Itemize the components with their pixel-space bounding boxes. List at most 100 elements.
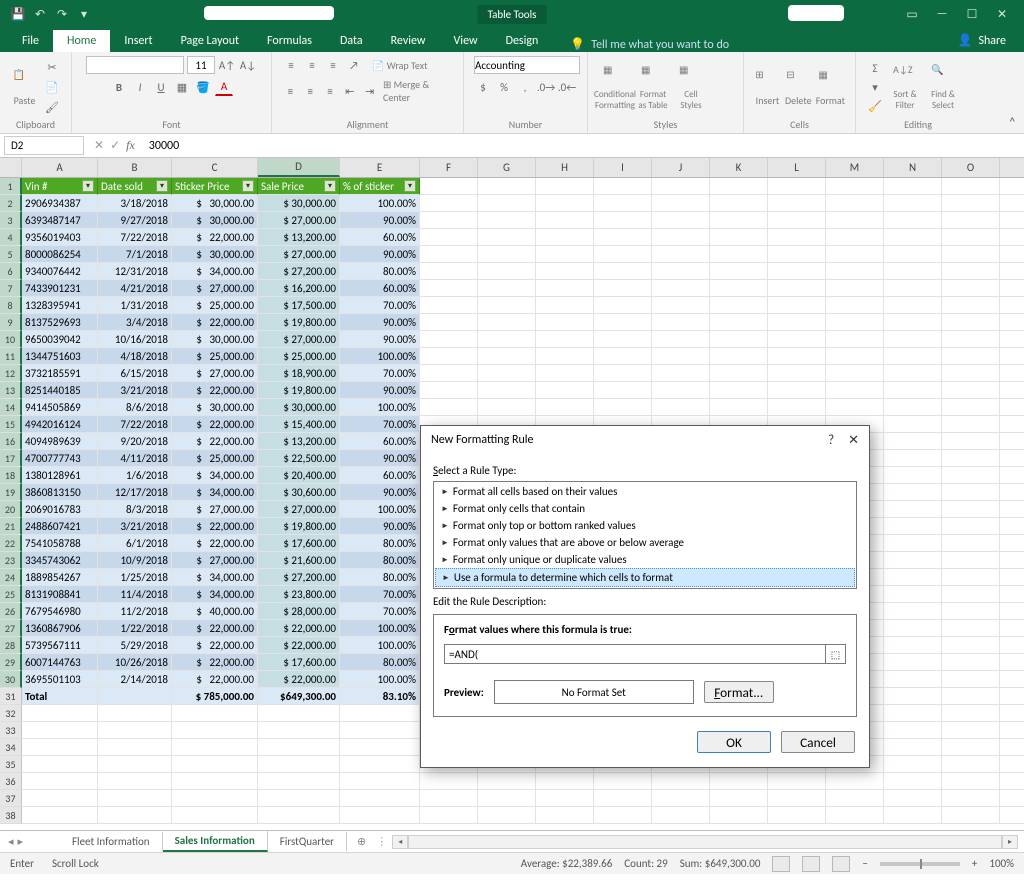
- tab-review[interactable]: Review: [377, 30, 440, 52]
- cell[interactable]: 9/27/2018: [98, 212, 172, 229]
- cell[interactable]: 3/21/2018: [98, 382, 172, 399]
- cell[interactable]: $ 30,000.00: [172, 399, 258, 416]
- align-right-icon[interactable]: ≡: [322, 82, 339, 100]
- cell[interactable]: $ 27,000.00: [172, 501, 258, 518]
- cell[interactable]: 4/18/2018: [98, 348, 172, 365]
- cell[interactable]: $ 13,200.00: [258, 433, 340, 450]
- percent-format-icon[interactable]: %: [495, 78, 513, 96]
- cell[interactable]: 100.00%: [340, 671, 420, 688]
- font-color-icon[interactable]: A: [215, 78, 233, 96]
- cell[interactable]: $ 22,000.00: [172, 314, 258, 331]
- paste-button[interactable]: 📋Paste: [10, 63, 39, 111]
- cell[interactable]: $ 25,000.00: [258, 348, 340, 365]
- cell[interactable]: 7679546980: [22, 603, 98, 620]
- format-as-table-button[interactable]: ▦Format as Table: [636, 63, 670, 111]
- cell[interactable]: 8000086254: [22, 246, 98, 263]
- cell[interactable]: $ 30,000.00: [172, 331, 258, 348]
- hscroll-left-icon[interactable]: ◂: [392, 835, 408, 849]
- help-icon[interactable]: ?: [828, 433, 834, 448]
- cell[interactable]: 60.00%: [340, 467, 420, 484]
- cell[interactable]: 100.00%: [340, 637, 420, 654]
- cell[interactable]: 80.00%: [340, 552, 420, 569]
- cell[interactable]: 10/26/2018: [98, 654, 172, 671]
- sheet-tab-firstquarter[interactable]: FirstQuarter: [268, 832, 347, 851]
- fill-color-icon[interactable]: 🪣: [194, 78, 212, 96]
- zoom-level[interactable]: 100%: [989, 857, 1014, 870]
- tab-file[interactable]: File: [8, 30, 53, 52]
- tab-formulas[interactable]: Formulas: [253, 30, 326, 52]
- cell[interactable]: 3860813150: [22, 484, 98, 501]
- cell[interactable]: 70.00%: [340, 586, 420, 603]
- cell[interactable]: $ 22,000.00: [172, 671, 258, 688]
- cell[interactable]: 2906934387: [22, 195, 98, 212]
- cell[interactable]: $ 22,000.00: [172, 518, 258, 535]
- sheet-nav-prev-icon[interactable]: ◂: [8, 835, 14, 848]
- rule-opt-3[interactable]: Format only values that are above or bel…: [435, 534, 855, 551]
- filter-dropdown-icon[interactable]: ▾: [242, 180, 254, 192]
- cell[interactable]: $ 30,000.00: [172, 195, 258, 212]
- cell[interactable]: 90.00%: [340, 331, 420, 348]
- cell[interactable]: 5/29/2018: [98, 637, 172, 654]
- sheet-tab-fleet[interactable]: Fleet Information: [60, 832, 163, 851]
- cell[interactable]: $ 22,000.00: [258, 671, 340, 688]
- cell[interactable]: 90.00%: [340, 518, 420, 535]
- column-headers[interactable]: A B C D E F G H I J K L M N O P ▴: [0, 158, 1024, 178]
- cell[interactable]: 9650039042: [22, 331, 98, 348]
- borders-icon[interactable]: ▦: [173, 78, 191, 96]
- enter-formula-icon[interactable]: ✓: [110, 138, 120, 153]
- sheet-nav-next-icon[interactable]: ▸: [18, 835, 24, 848]
- bold-button[interactable]: B: [110, 78, 128, 96]
- filter-dropdown-icon[interactable]: ▾: [82, 180, 94, 192]
- cell[interactable]: $ 34,000.00: [172, 467, 258, 484]
- maximize-icon[interactable]: ☐: [958, 4, 986, 24]
- wrap-text-button[interactable]: 📄 Wrap Text: [372, 59, 427, 72]
- cell[interactable]: 6/15/2018: [98, 365, 172, 382]
- orientation-icon[interactable]: ↗: [345, 56, 363, 74]
- ribbon-display-icon[interactable]: ▭: [898, 4, 926, 24]
- align-bottom-icon[interactable]: ≡: [324, 56, 342, 74]
- cell[interactable]: 90.00%: [340, 484, 420, 501]
- tell-me-search[interactable]: 💡 Tell me what you want to do: [570, 37, 729, 52]
- cell[interactable]: 100.00%: [340, 195, 420, 212]
- cell[interactable]: 3732185591: [22, 365, 98, 382]
- align-top-icon[interactable]: ≡: [282, 56, 300, 74]
- cell[interactable]: $ 25,000.00: [172, 348, 258, 365]
- cell[interactable]: 8/6/2018: [98, 399, 172, 416]
- cell[interactable]: 8/3/2018: [98, 501, 172, 518]
- rule-opt-0[interactable]: Format all cells based on their values: [435, 483, 855, 500]
- cell[interactable]: $ 34,000.00: [172, 569, 258, 586]
- page-layout-view-icon[interactable]: [802, 856, 820, 872]
- new-sheet-icon[interactable]: ⊕: [347, 835, 376, 848]
- tab-page-layout[interactable]: Page Layout: [167, 30, 253, 52]
- cell[interactable]: 70.00%: [340, 365, 420, 382]
- cell[interactable]: $ 30,600.00: [258, 484, 340, 501]
- cell[interactable]: $ 15,400.00: [258, 416, 340, 433]
- cell[interactable]: 11/2/2018: [98, 603, 172, 620]
- grow-font-icon[interactable]: A↑: [218, 56, 236, 74]
- cell[interactable]: 2069016783: [22, 501, 98, 518]
- cell[interactable]: $ 19,800.00: [258, 518, 340, 535]
- cell[interactable]: 90.00%: [340, 450, 420, 467]
- dialog-close-icon[interactable]: ✕: [848, 433, 859, 448]
- cell[interactable]: $ 22,000.00: [172, 416, 258, 433]
- cell[interactable]: 1328395941: [22, 297, 98, 314]
- cell[interactable]: $ 28,000.00: [258, 603, 340, 620]
- zoom-out-icon[interactable]: −: [862, 857, 867, 870]
- italic-button[interactable]: I: [131, 78, 149, 96]
- cell[interactable]: $ 22,000.00: [172, 637, 258, 654]
- rule-type-list[interactable]: Format all cells based on their values F…: [433, 481, 857, 589]
- cell[interactable]: 7/1/2018: [98, 246, 172, 263]
- cell[interactable]: 1344751603: [22, 348, 98, 365]
- cell[interactable]: $ 34,000.00: [172, 586, 258, 603]
- cell[interactable]: $ 17,600.00: [258, 535, 340, 552]
- col-header-e[interactable]: % of sticker▾: [340, 178, 420, 195]
- format-cells-button[interactable]: ▦Format: [816, 63, 845, 111]
- cell[interactable]: $ 13,200.00: [258, 229, 340, 246]
- collapse-ribbon-icon[interactable]: ˄: [1008, 114, 1016, 131]
- zoom-slider[interactable]: [880, 862, 960, 866]
- col-header-d[interactable]: Sale Price▾: [258, 178, 340, 195]
- cell[interactable]: $ 27,000.00: [172, 365, 258, 382]
- align-middle-icon[interactable]: ≡: [303, 56, 321, 74]
- cell[interactable]: 8131908841: [22, 586, 98, 603]
- cell[interactable]: 9414505869: [22, 399, 98, 416]
